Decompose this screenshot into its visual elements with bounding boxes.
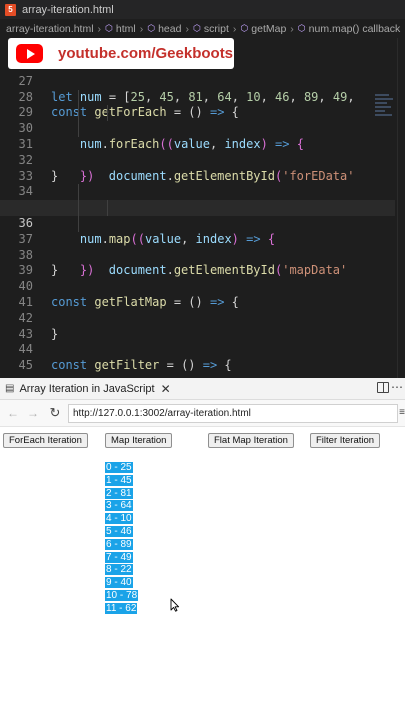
breadcrumb-script[interactable]: script	[204, 23, 229, 35]
forward-icon[interactable]: →	[26, 406, 40, 420]
indent-guide	[78, 89, 79, 106]
code-line: 40 const getFlatMap = () => {	[0, 263, 395, 309]
map-iteration-button[interactable]: Map Iteration	[105, 433, 173, 448]
indent-guide	[78, 105, 79, 122]
code-line: 41	[0, 279, 395, 309]
list-item: 0 - 25	[105, 462, 133, 473]
browser-panel-header: ▤ Array Iteration in JavaScript ✕ ⋯	[0, 378, 405, 400]
indent-guide	[78, 200, 79, 216]
code-line: 42 }	[0, 295, 395, 341]
minimap[interactable]	[375, 92, 395, 132]
code-line: 30 document.getElementById('forEData'	[0, 105, 395, 183]
breadcrumb-head[interactable]: head	[158, 23, 181, 35]
menu-icon[interactable]: ≡	[399, 407, 405, 418]
list-item: 11 - 62	[105, 602, 138, 614]
browser-panel-icon: ▤	[5, 383, 15, 394]
list-item: 3 - 64	[105, 500, 133, 512]
indent-guide	[78, 121, 79, 137]
code-line: 38 }	[0, 232, 395, 278]
more-icon[interactable]: ⋯	[391, 380, 403, 394]
indent-guide	[107, 200, 108, 216]
list-item: 7 - 49	[105, 551, 133, 563]
youtube-logo-icon	[16, 44, 43, 63]
head-tag-icon: ⬡	[147, 23, 156, 33]
code-line: 34 const getMap = () => {	[0, 169, 395, 214]
code-line: 32 }	[0, 137, 395, 183]
editor-tab-title[interactable]: array-iteration.html	[22, 4, 114, 16]
code-line: 44 const getFilter = () => {	[0, 327, 395, 372]
browser-page: ForEach Iteration Map Iteration Flat Map…	[0, 428, 405, 720]
list-item: 1 - 45	[105, 474, 133, 486]
code-area[interactable]: 27 let num = [25, 45, 81, 64, 10, 46, 89…	[0, 58, 395, 372]
code-line: 45	[0, 342, 395, 372]
chevron-right-icon: ›	[185, 22, 189, 35]
indent-guide	[78, 215, 79, 232]
youtube-banner: youtube.com/Geekboots	[8, 38, 234, 69]
code-line: 28 const getForEach = () => {	[0, 74, 395, 120]
list-item: 6 - 89	[105, 538, 133, 550]
back-icon[interactable]: ←	[6, 406, 20, 420]
chevron-right-icon: ›	[232, 22, 237, 35]
browser-nav-bar: ← → ↻ http://127.0.0.1:3002/array-iterat…	[0, 400, 405, 427]
list-item: 2 - 81	[105, 487, 133, 499]
breadcrumb-file[interactable]: array-iteration.html	[6, 23, 94, 35]
mouse-cursor-icon	[170, 598, 180, 612]
map-data-output: 0 - 25 1 - 45 2 - 81 3 - 64 4 - 10 5 - 4…	[105, 462, 139, 616]
breadcrumb-html[interactable]: html	[116, 23, 136, 35]
youtube-channel-text: youtube.com/Geekboots	[58, 45, 234, 62]
code-line: 39	[0, 248, 395, 277]
script-tag-icon: ⬡	[192, 23, 201, 33]
code-line: 35 num.map((value, index) => {	[0, 184, 395, 246]
callback-icon: ⬡	[297, 23, 306, 33]
list-item: 9 - 40	[105, 577, 133, 589]
code-line-active: 36 document.getElementById('mapData'	[0, 200, 395, 277]
chevron-right-icon: ›	[139, 22, 144, 35]
chevron-right-icon: ›	[290, 22, 294, 35]
browser-panel-title[interactable]: Array Iteration in JavaScript	[19, 383, 154, 395]
breadcrumb-getmap[interactable]: getMap	[251, 23, 286, 35]
breadcrumb: array-iteration.html › ⬡ html › ⬡ head ›…	[0, 19, 405, 38]
code-line: 29 num.forEach((value, index) => {	[0, 89, 395, 151]
html5-file-icon: 5	[5, 3, 16, 16]
filter-iteration-button[interactable]: Filter Iteration	[310, 433, 381, 448]
breadcrumb-callback[interactable]: num.map() callback	[309, 23, 401, 35]
indent-guide	[78, 184, 79, 201]
foreach-iteration-button[interactable]: ForEach Iteration	[3, 433, 88, 448]
indent-guide	[107, 105, 108, 122]
code-line: 33	[0, 153, 395, 183]
editor-tab-bar: 5 array-iteration.html	[0, 0, 405, 19]
flat-map-iteration-button[interactable]: Flat Map Iteration	[208, 433, 294, 448]
function-icon: ⬡	[240, 23, 249, 33]
line-number: 45	[18, 358, 33, 373]
list-item: 4 - 10	[105, 513, 133, 525]
close-icon[interactable]: ✕	[161, 382, 171, 396]
list-item: 10 - 78	[105, 589, 139, 601]
code-line: 31 })	[0, 121, 395, 183]
editor-scrollbar[interactable]	[397, 38, 405, 378]
reload-icon[interactable]: ↻	[48, 405, 62, 421]
code-editor: 5 array-iteration.html array-iteration.h…	[0, 0, 405, 378]
list-item: 5 - 46	[105, 525, 133, 537]
url-input[interactable]: http://127.0.0.1:3002/array-iteration.ht…	[68, 403, 398, 423]
split-editor-icon[interactable]	[377, 382, 389, 393]
code-line: 37 })	[0, 215, 395, 277]
code-text: const getFilter = () => {	[51, 358, 232, 373]
code-line: 43	[0, 311, 395, 341]
list-item: 8 - 22	[105, 564, 133, 576]
chevron-right-icon: ›	[97, 22, 102, 35]
html-tag-icon: ⬡	[105, 23, 113, 33]
